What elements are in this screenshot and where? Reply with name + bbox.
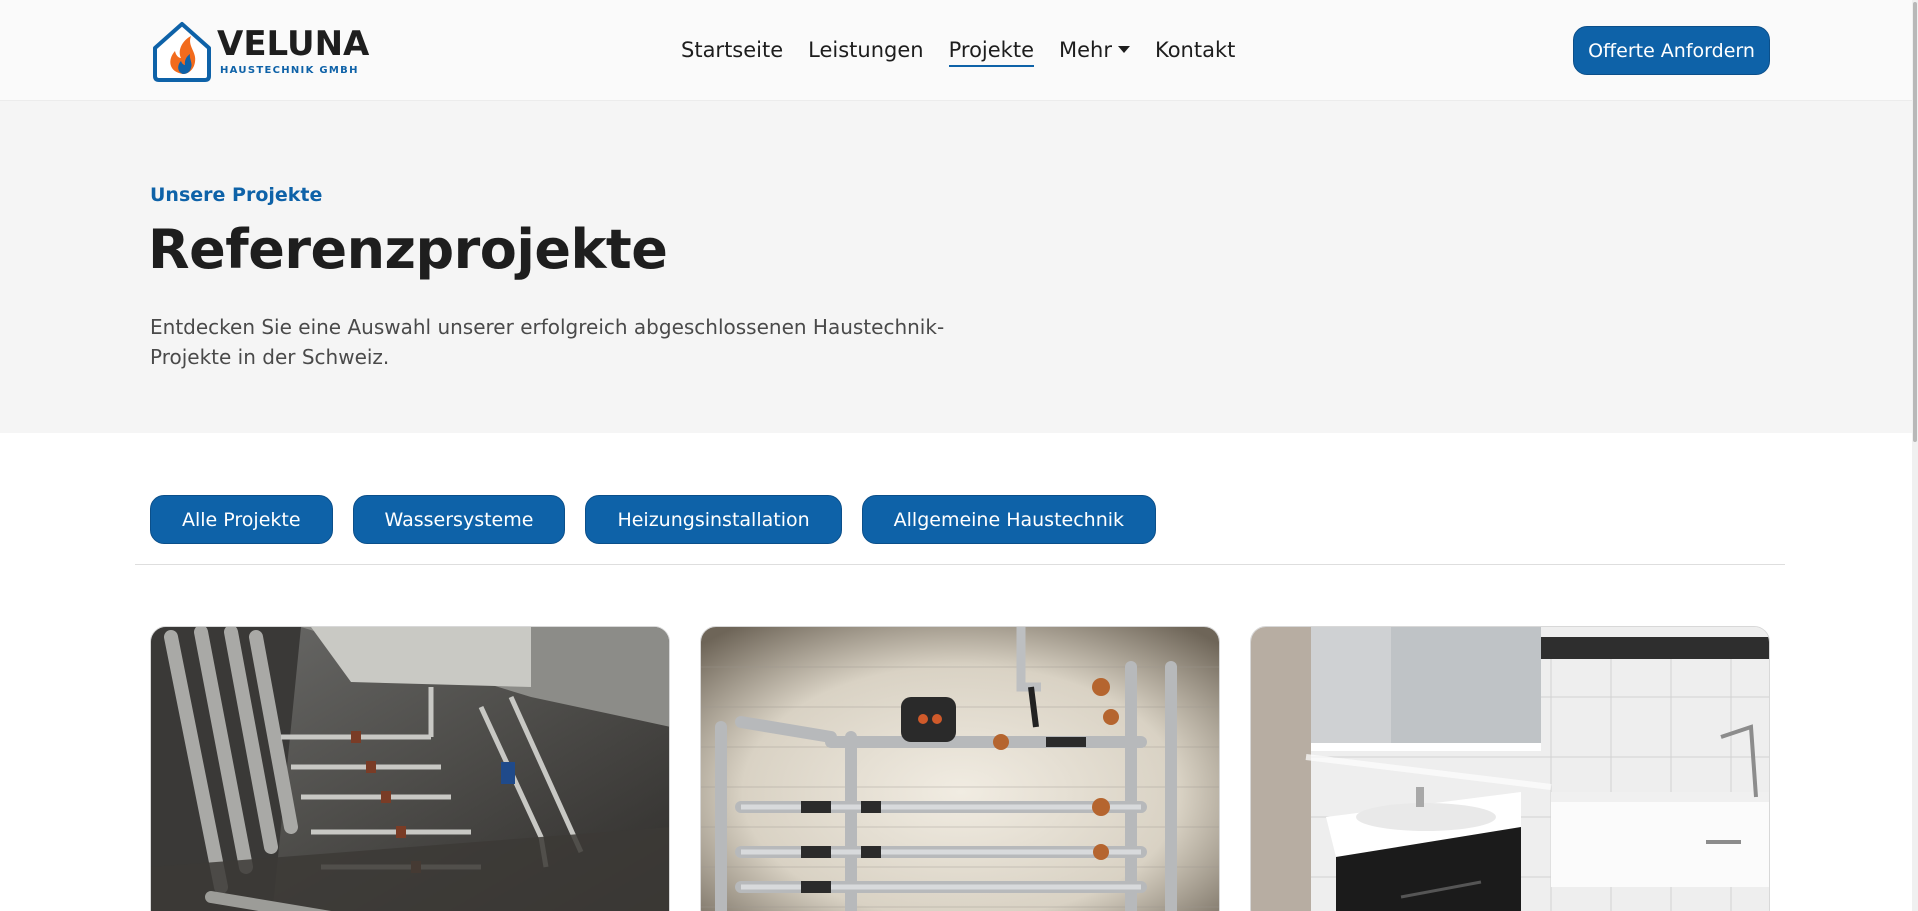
filter-all-projects-button[interactable]: Alle Projekte [150, 495, 333, 544]
project-filters: Alle Projekte Wassersysteme Heizungsinst… [150, 495, 1176, 544]
nav-item-leistungen[interactable]: Leistungen [808, 36, 923, 64]
logo-name: VELUNA [217, 23, 370, 64]
hero-eyebrow: Unsere Projekte [150, 184, 323, 206]
nav-item-startseite[interactable]: Startseite [681, 36, 783, 64]
filter-water-systems-button[interactable]: Wassersysteme [352, 495, 566, 544]
nav-item-mehr-label: Mehr [1059, 38, 1112, 62]
caret-down-icon [1117, 45, 1130, 53]
heating-distribution-pipes-photo [701, 627, 1219, 911]
site-header: VELUNA HAUSTECHNIK GMBH Startseite Leist… [0, 0, 1918, 101]
basement-pipe-installation-photo [151, 627, 669, 911]
modern-bathroom-washbasin-photo [1251, 627, 1769, 911]
hero-description: Entdecken Sie eine Auswahl unserer erfol… [150, 315, 945, 369]
scrollbar-thumb[interactable] [1913, 2, 1917, 442]
filter-heating-button[interactable]: Heizungsinstallation [585, 495, 842, 544]
filter-general-building-button[interactable]: Allgemeine Haustechnik [861, 495, 1157, 544]
request-quote-button[interactable]: Offerte Anfordern [1573, 26, 1770, 75]
nav-item-projekte[interactable]: Projekte [948, 36, 1035, 67]
main-nav: Startseite Leistungen Projekte Mehr Kont… [681, 36, 1260, 67]
project-card-2[interactable] [700, 626, 1220, 911]
hero-section: Unsere Projekte Referenzprojekte Entdeck… [0, 101, 1918, 433]
filter-divider [135, 564, 1785, 565]
house-flame-logo-icon [153, 22, 211, 82]
logo-subtitle: HAUSTECHNIK GMBH [220, 64, 359, 76]
project-card-3[interactable] [1250, 626, 1770, 911]
page-scrollbar[interactable] [1912, 0, 1918, 911]
project-card-1[interactable] [150, 626, 670, 911]
nav-item-mehr[interactable]: Mehr [1059, 36, 1130, 64]
page-title: Referenzprojekte [148, 218, 668, 281]
nav-item-kontakt[interactable]: Kontakt [1155, 36, 1235, 64]
logo[interactable]: VELUNA HAUSTECHNIK GMBH [149, 18, 369, 84]
